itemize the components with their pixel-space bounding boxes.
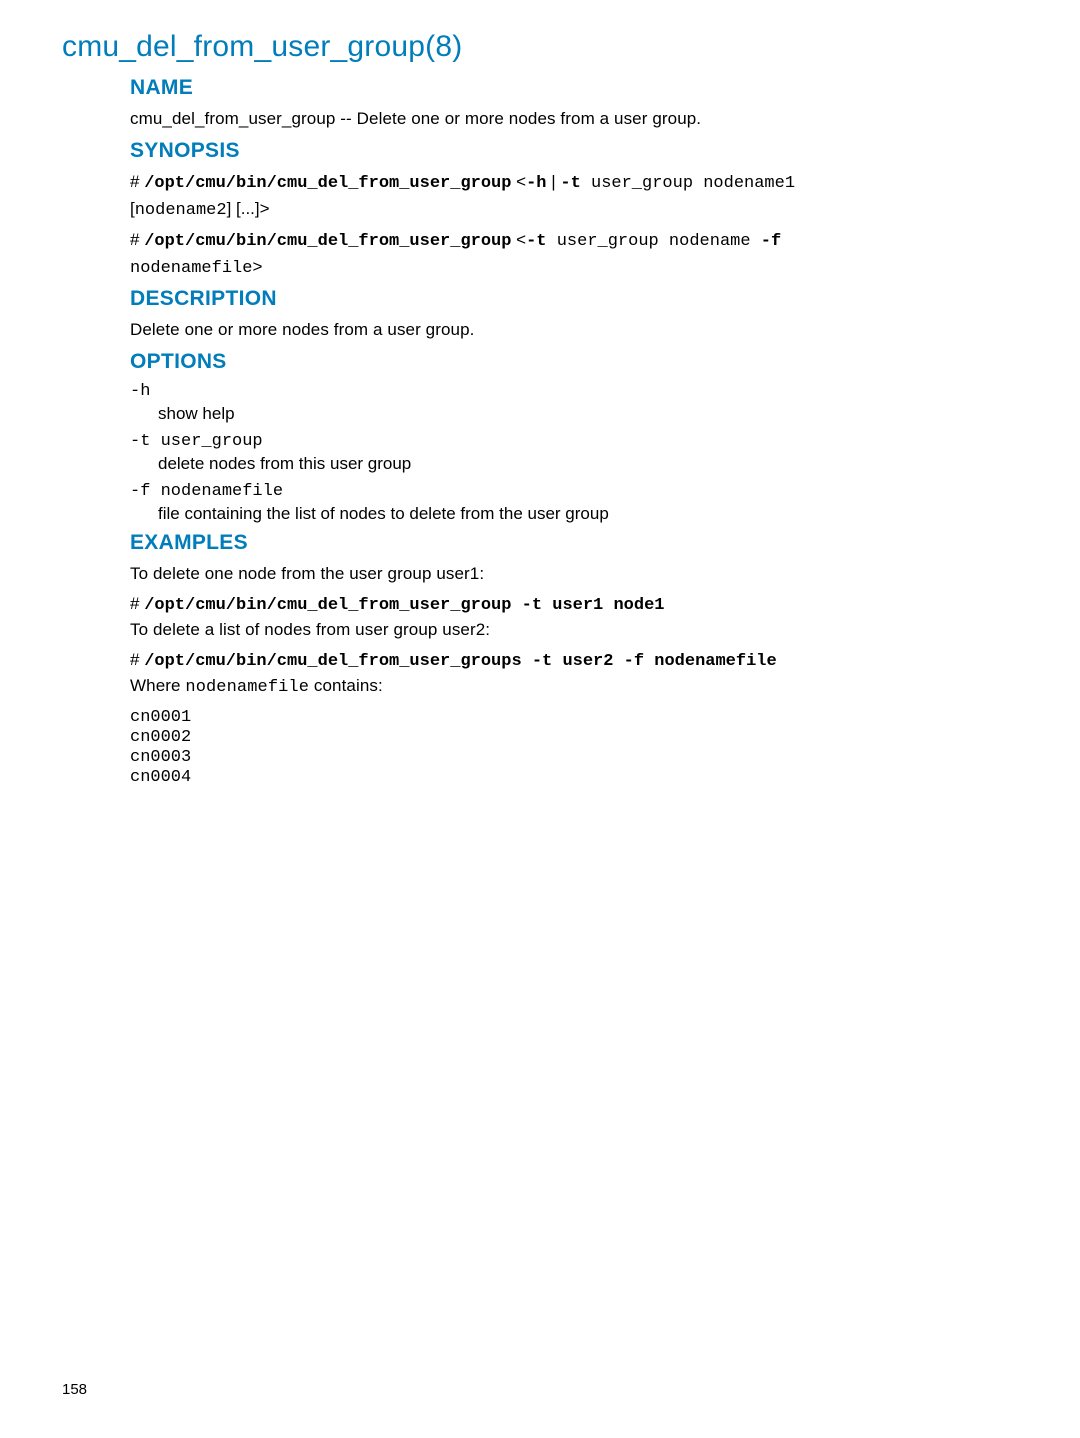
syn1-opt-t: -t: [560, 174, 580, 193]
syn2-prefix: #: [130, 230, 144, 249]
syn1-cmd: /opt/cmu/bin/cmu_del_from_user_group: [144, 174, 511, 193]
example-where: Where nodenamefile contains:: [130, 675, 1018, 700]
example-nodelist: cn0001 cn0002 cn0003 cn0004: [130, 708, 1018, 788]
section-heading-options: OPTIONS: [130, 350, 1018, 374]
ex2-cmd: /opt/cmu/bin/cmu_del_from_user_groups -t…: [144, 652, 777, 671]
page-number: 158: [62, 1381, 87, 1398]
syn1-pipe: |: [547, 172, 561, 191]
ex1-cmd: /opt/cmu/bin/cmu_del_from_user_group -t …: [144, 596, 664, 615]
option-item: -f nodenamefile file containing the list…: [130, 482, 1018, 526]
syn1-opt-h: -h: [526, 174, 546, 193]
option-item: -h show help: [130, 382, 1018, 426]
where-prefix: Where: [130, 676, 185, 695]
ex2-prefix: #: [130, 650, 144, 669]
syn1-prefix: #: [130, 172, 144, 191]
section-heading-synopsis: SYNOPSIS: [130, 139, 1018, 163]
where-file: nodenamefile: [185, 678, 309, 697]
example-intro-2: To delete a list of nodes from user grou…: [130, 619, 1018, 642]
option-desc-h: show help: [158, 403, 1018, 426]
where-suffix: contains:: [309, 676, 383, 695]
syn2-opt-f: -f: [761, 232, 781, 251]
syn1b-close: ] [...]>: [227, 199, 270, 218]
section-heading-name: NAME: [130, 76, 1018, 100]
syn2-tail2: nodenamefile>: [130, 259, 263, 278]
name-text: cmu_del_from_user_group -- Delete one or…: [130, 108, 1018, 131]
page-title: cmu_del_from_user_group(8): [62, 30, 1018, 64]
section-heading-description: DESCRIPTION: [130, 287, 1018, 311]
syn1-tail: user_group nodename1: [581, 174, 795, 193]
option-desc-f: file containing the list of nodes to del…: [158, 503, 1018, 526]
description-text: Delete one or more nodes from a user gro…: [130, 319, 1018, 342]
section-heading-examples: EXAMPLES: [130, 531, 1018, 555]
syn2-mid: <: [511, 230, 526, 249]
syn1-mid: <: [511, 172, 526, 191]
example-cmd-1: # /opt/cmu/bin/cmu_del_from_user_group -…: [130, 594, 1018, 615]
option-term-t: -t user_group: [130, 432, 1018, 451]
option-desc-t: delete nodes from this user group: [158, 453, 1018, 476]
synopsis-line-1b: [nodename2] [...]>: [130, 198, 1018, 223]
option-item: -t user_group delete nodes from this use…: [130, 432, 1018, 476]
syn2-opt-t: -t: [526, 232, 546, 251]
synopsis-line-2: # /opt/cmu/bin/cmu_del_from_user_group <…: [130, 229, 1018, 254]
option-term-h: -h: [130, 382, 1018, 401]
syn2-tail1: user_group nodename: [547, 232, 761, 251]
manpage-document: cmu_del_from_user_group(8) NAME cmu_del_…: [0, 0, 1080, 788]
example-cmd-2: # /opt/cmu/bin/cmu_del_from_user_groups …: [130, 650, 1018, 671]
syn2-cmd: /opt/cmu/bin/cmu_del_from_user_group: [144, 232, 511, 251]
example-intro-1: To delete one node from the user group u…: [130, 563, 1018, 586]
option-term-f: -f nodenamefile: [130, 482, 1018, 501]
syn1b-node: nodename2: [135, 201, 227, 220]
synopsis-line-1: # /opt/cmu/bin/cmu_del_from_user_group <…: [130, 171, 1018, 196]
content-body: NAME cmu_del_from_user_group -- Delete o…: [130, 76, 1018, 788]
synopsis-line-2b: nodenamefile>: [130, 256, 1018, 281]
ex1-prefix: #: [130, 594, 144, 613]
